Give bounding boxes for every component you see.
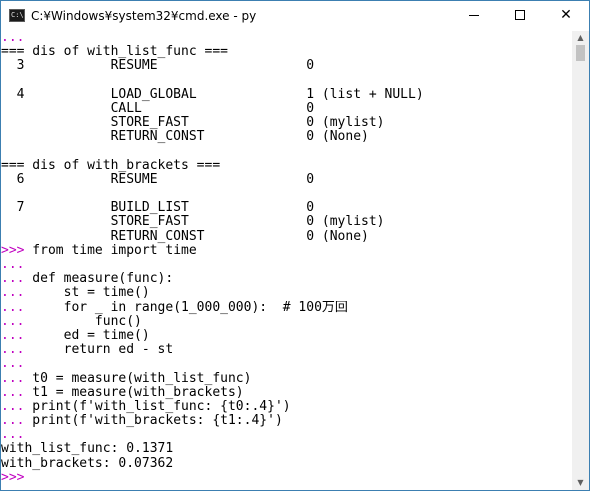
console-line-text: RETURN_CONST 0 (None) [1, 229, 369, 244]
console-line-text: print(f'with_brackets: {t1:.4}') [24, 414, 283, 429]
close-icon: ✕ [560, 7, 572, 23]
console-line: ... [1, 357, 572, 371]
console-line: ... t0 = measure(with_list_func) [1, 372, 572, 386]
console-output[interactable]: ... === dis of with_list_func === 3 RESUM… [1, 31, 572, 490]
console-window: C:\ C:¥Windows¥system32¥cmd.exe - py ✕ .… [0, 0, 590, 491]
console-line-text: STORE_FAST 0 (mylist) [1, 116, 385, 131]
console-line: ... st = time() [1, 286, 572, 300]
console-line-text: from time import time [24, 243, 197, 258]
console-line: with_brackets: 0.07362 [1, 457, 572, 471]
console-line: ... for _ in range(1_000_000): # 100万回 [1, 301, 572, 315]
console-line: >>> from time import time [1, 244, 572, 258]
console-line: ... def measure(func): [1, 272, 572, 286]
console-line: with_list_func: 0.1371 [1, 442, 572, 456]
console-line: STORE_FAST 0 (mylist) [1, 116, 572, 130]
prompt-marker: ... [1, 314, 25, 329]
console-line-text: for _ in range(1_000_000): # 100万回 [24, 300, 348, 315]
prompt-marker: ... [1, 286, 25, 301]
console-line-text: func() [24, 314, 142, 329]
prompt-marker: ... [1, 428, 25, 443]
prompt-marker: >>> [1, 470, 25, 485]
prompt-marker: ... [1, 31, 25, 45]
window-title: C:¥Windows¥system32¥cmd.exe - py [31, 9, 257, 23]
close-button[interactable]: ✕ [543, 1, 589, 31]
console-line-text: 7 BUILD_LIST 0 [1, 201, 315, 216]
console-line: STORE_FAST 0 (mylist) [1, 215, 572, 229]
console-line: ... func() [1, 315, 572, 329]
console-line-text: 3 RESUME 0 [1, 59, 315, 74]
maximize-button[interactable] [497, 1, 543, 31]
prompt-marker: ... [1, 385, 25, 400]
console-line: ... print(f'with_brackets: {t1:.4}') [1, 414, 572, 428]
console-line: 4 LOAD_GLOBAL 1 (list + NULL) [1, 88, 572, 102]
console-line: ... [1, 428, 572, 442]
console-line-text: def measure(func): [24, 272, 174, 287]
console-line-text: with_brackets: 0.07362 [1, 456, 174, 471]
scroll-up-arrow-icon[interactable]: ▲ [572, 31, 589, 45]
console-line-text: 6 RESUME 0 [1, 172, 315, 187]
console-line: ... [1, 31, 572, 45]
vertical-scrollbar[interactable]: ▲ ▼ [572, 31, 589, 490]
console-line: ... ed = time() [1, 329, 572, 343]
console-line: 3 RESUME 0 [1, 59, 572, 73]
prompt-marker: ... [1, 371, 25, 386]
console-line: RETURN_CONST 0 (None) [1, 230, 572, 244]
minimize-button[interactable] [451, 1, 497, 31]
console-line: ... [1, 258, 572, 272]
prompt-marker: ... [1, 357, 25, 372]
console-line-text: STORE_FAST 0 (mylist) [1, 215, 385, 230]
scroll-thumb[interactable] [576, 45, 585, 61]
console-line: === dis of with_list_func === [1, 45, 572, 59]
console-line: CALL 0 [1, 102, 572, 116]
scroll-down-arrow-icon[interactable]: ▼ [572, 476, 589, 490]
title-bar[interactable]: C:\ C:¥Windows¥system32¥cmd.exe - py ✕ [1, 1, 589, 31]
console-line-text: 4 LOAD_GLOBAL 1 (list + NULL) [1, 87, 424, 102]
console-line-text: with_list_func: 0.1371 [1, 442, 174, 457]
console-line-text: t0 = measure(with_list_func) [24, 371, 252, 386]
console-line-text: ed = time() [24, 328, 150, 343]
console-line-text: st = time() [24, 286, 150, 301]
console-line: >>> [1, 471, 572, 485]
console-line-text: return ed - st [24, 343, 174, 358]
prompt-marker: ... [1, 300, 25, 315]
prompt-marker: ... [1, 399, 25, 414]
minimize-icon [469, 15, 479, 16]
console-line: ... return ed - st [1, 343, 572, 357]
cmd-icon[interactable]: C:\ [9, 9, 25, 22]
prompt-marker: ... [1, 414, 25, 429]
prompt-marker: ... [1, 328, 25, 343]
console-line: ... print(f'with_list_func: {t0:.4}') [1, 400, 572, 414]
maximize-icon [515, 10, 525, 20]
console-line-text: RETURN_CONST 0 (None) [1, 130, 369, 145]
console-line-text: print(f'with_list_func: {t0:.4}') [24, 399, 291, 414]
console-line: === dis of with_brackets === [1, 159, 572, 173]
console-line-text: === dis of with_list_func === [1, 45, 228, 60]
console-line: 7 BUILD_LIST 0 [1, 201, 572, 215]
console-line-text: === dis of with_brackets === [1, 158, 221, 173]
console-line: RETURN_CONST 0 (None) [1, 130, 572, 144]
prompt-marker: ... [1, 272, 25, 287]
prompt-marker: ... [1, 258, 25, 272]
console-line: 6 RESUME 0 [1, 173, 572, 187]
console-line-text: CALL 0 [1, 101, 315, 116]
console-line: ... t1 = measure(with_brackets) [1, 386, 572, 400]
console-line-text: t1 = measure(with_brackets) [24, 385, 244, 400]
prompt-marker: >>> [1, 243, 25, 258]
prompt-marker: ... [1, 343, 25, 358]
console-lines: ... === dis of with_list_func === 3 RESUM… [1, 31, 572, 485]
